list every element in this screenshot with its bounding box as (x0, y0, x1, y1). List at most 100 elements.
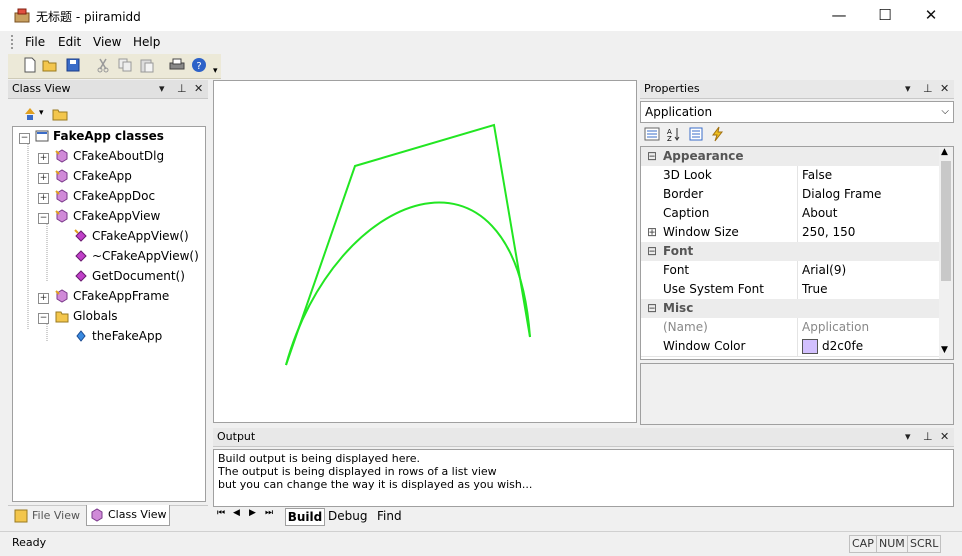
paste-icon[interactable] (139, 57, 155, 73)
output-list[interactable]: Build output is being displayed here. Th… (213, 449, 954, 507)
class-icon (35, 130, 49, 142)
class-view-title: Class View (12, 82, 71, 95)
expand-icon[interactable]: ⊞ (647, 223, 657, 242)
chevron-down-icon: ⌵ (941, 106, 949, 117)
prop-row-name[interactable]: (Name) Application (641, 318, 939, 338)
num-indicator: NUM (876, 535, 908, 553)
menu-file[interactable]: File (25, 35, 45, 49)
class-icon (55, 189, 68, 203)
svg-text:?: ? (196, 61, 201, 72)
next-tab-icon[interactable]: ▶ (249, 508, 256, 518)
output-line: but you can change the way it is display… (218, 478, 533, 491)
tab-build[interactable]: Build (285, 508, 325, 526)
maximize-button[interactable]: ☐ (862, 0, 908, 31)
prop-row-font[interactable]: Font Arial(9) (641, 261, 939, 281)
scrollbar-thumb[interactable] (941, 161, 951, 281)
pin-icon[interactable]: ⊥ (923, 80, 933, 98)
folder-icon (55, 311, 69, 323)
collapse-icon: ⊟ (647, 149, 658, 163)
close-icon[interactable]: ✕ (194, 80, 203, 98)
menu-view[interactable]: View (93, 35, 121, 49)
expand-toggle[interactable]: + (38, 153, 49, 164)
save-icon[interactable] (65, 57, 81, 73)
dropdown-icon[interactable]: ▾ (905, 80, 911, 98)
prop-row-window-size[interactable]: ⊞ Window Size 250, 150 (641, 223, 939, 243)
status-text: Ready (12, 536, 47, 549)
collapse-toggle[interactable]: − (38, 213, 49, 224)
drawing-canvas (285, 123, 531, 366)
class-view-header: Class View ▾ ⊥ ✕ (8, 80, 208, 99)
status-bar: Ready CAP NUM SCRL (0, 531, 962, 556)
folder-icon[interactable] (52, 106, 68, 122)
caps-indicator: CAP (849, 535, 877, 553)
last-tab-icon[interactable]: ⏭ (265, 508, 273, 518)
tab-debug[interactable]: Debug (328, 508, 367, 524)
window-title: 无标题 - piiramidd (36, 10, 141, 24)
toolbar (8, 54, 221, 79)
document-view[interactable] (213, 80, 637, 423)
output-title: Output (217, 430, 256, 443)
alphabetical-icon[interactable]: AZ (666, 126, 682, 142)
menu-edit[interactable]: Edit (58, 35, 81, 49)
categorized-icon[interactable] (644, 126, 660, 142)
cut-icon[interactable] (95, 57, 111, 73)
menu-bar: File Edit View Help (0, 31, 962, 53)
toolbar-overflow-icon[interactable]: ▾ (213, 66, 218, 76)
minimize-button[interactable]: — (816, 0, 862, 31)
events-icon[interactable] (710, 126, 726, 142)
help-icon[interactable]: ? (191, 57, 207, 73)
property-grid: ⊟ Appearance 3D Look False Border Dialog F… (640, 146, 954, 360)
pin-icon[interactable]: ⊥ (177, 80, 187, 98)
output-header: Output ▾ ⊥ ✕ (213, 428, 954, 447)
category-misc[interactable]: ⊟ Misc (641, 299, 939, 318)
tab-find[interactable]: Find (377, 508, 402, 524)
app-icon (14, 8, 30, 23)
sort-icon[interactable] (22, 106, 38, 122)
expand-toggle[interactable]: + (38, 293, 49, 304)
method-icon (75, 250, 87, 262)
prop-row-3d-look[interactable]: 3D Look False (641, 166, 939, 186)
variable-icon (76, 330, 86, 342)
prop-row-use-system-font[interactable]: Use System Font True (641, 280, 939, 300)
properties-icon[interactable] (688, 126, 704, 142)
properties-pane: Properties ▾ ⊥ ✕ Application ⌵ AZ ⊟ Appe… (640, 80, 954, 425)
close-icon[interactable]: ✕ (940, 80, 949, 98)
color-swatch[interactable] (802, 339, 818, 354)
method-icon (74, 229, 87, 242)
first-tab-icon[interactable]: ⏮ (217, 508, 225, 518)
object-selector[interactable]: Application ⌵ (640, 101, 954, 123)
description-panel (640, 363, 954, 425)
print-icon[interactable] (169, 57, 185, 73)
copy-icon[interactable] (117, 57, 133, 73)
open-icon[interactable] (42, 57, 58, 73)
new-icon[interactable] (22, 57, 38, 73)
collapse-icon: ⊟ (647, 301, 658, 315)
expand-toggle[interactable]: + (38, 193, 49, 204)
prop-row-window-color[interactable]: Window Color d2c0fe (641, 337, 939, 357)
control-polygon (285, 123, 531, 366)
properties-header: Properties ▾ ⊥ ✕ (640, 80, 954, 99)
category-appearance[interactable]: ⊟ Appearance (641, 147, 939, 166)
prev-tab-icon[interactable]: ◀ (233, 508, 240, 518)
menu-grip[interactable] (11, 35, 15, 49)
scroll-up-icon[interactable]: ▲ (941, 147, 948, 157)
prop-row-caption[interactable]: Caption About (641, 204, 939, 224)
properties-title: Properties (644, 82, 700, 95)
pin-icon[interactable]: ⊥ (923, 428, 933, 446)
menu-help[interactable]: Help (133, 35, 160, 49)
dropdown-icon[interactable]: ▾ (159, 80, 165, 98)
tab-class-view[interactable]: Class View (86, 505, 170, 526)
scroll-down-icon[interactable]: ▼ (941, 345, 948, 355)
output-line: The output is being displayed in rows of… (218, 465, 497, 478)
close-icon[interactable]: ✕ (940, 428, 949, 446)
collapse-toggle[interactable]: − (38, 313, 49, 324)
class-icon (55, 289, 68, 303)
close-button[interactable]: ✕ (908, 0, 954, 31)
dropdown-icon[interactable]: ▾ (905, 428, 911, 446)
collapse-toggle[interactable]: − (19, 133, 30, 144)
properties-scrollbar[interactable]: ▲ ▼ (939, 147, 953, 359)
prop-row-border[interactable]: Border Dialog Frame (641, 185, 939, 205)
expand-toggle[interactable]: + (38, 173, 49, 184)
category-font[interactable]: ⊟ Font (641, 242, 939, 261)
sort-dropdown-icon[interactable]: ▾ (39, 108, 44, 118)
